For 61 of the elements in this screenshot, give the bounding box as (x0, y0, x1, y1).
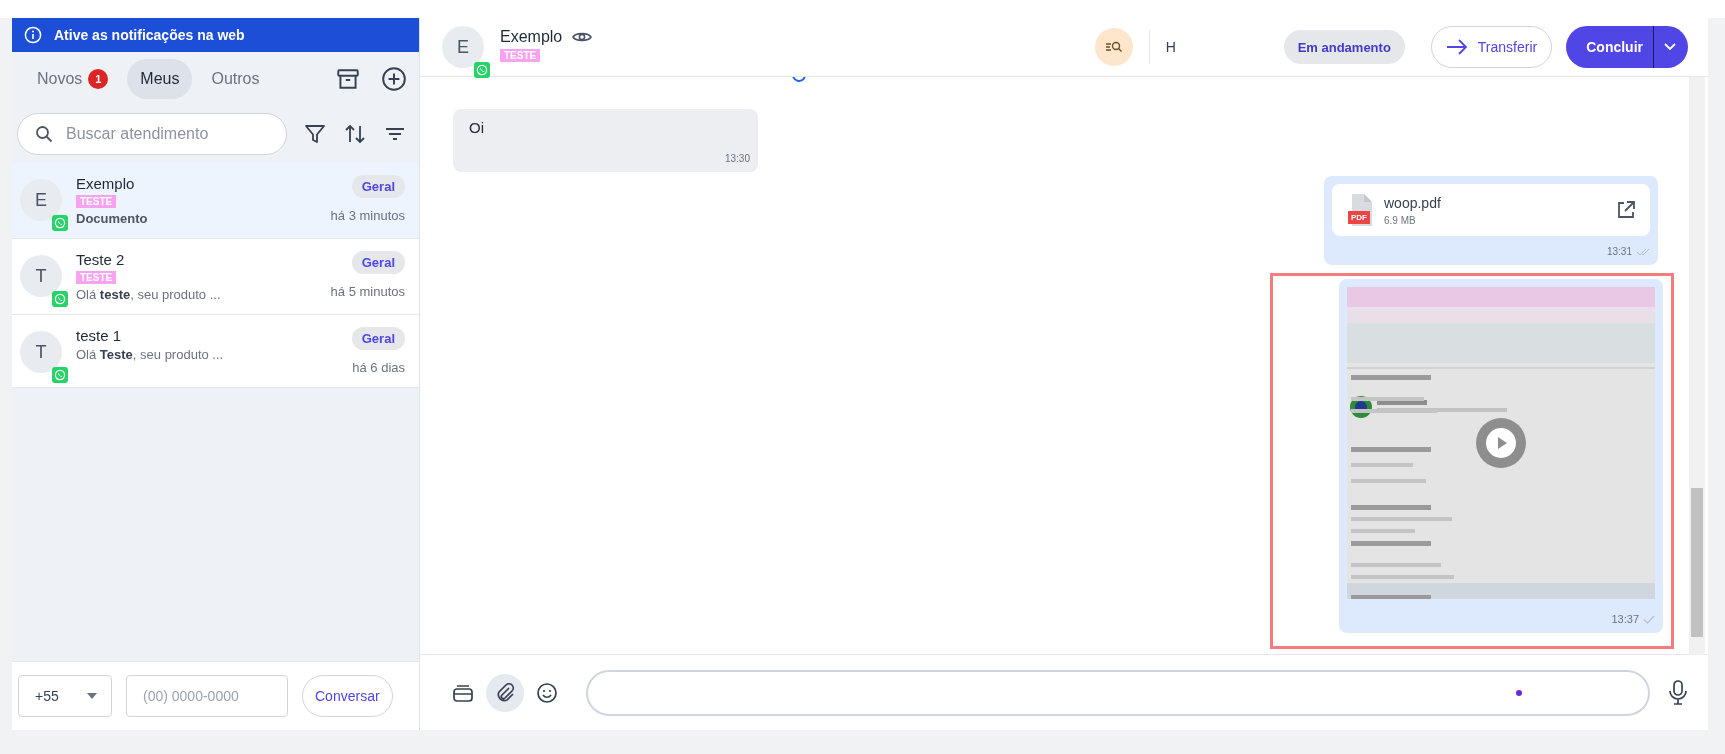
search-field[interactable]: Buscar atendimento (17, 113, 287, 155)
start-chat-button[interactable]: Conversar (302, 675, 393, 717)
play-icon (1484, 426, 1518, 460)
time-ago: há 3 minutos (330, 208, 405, 223)
transfer-button[interactable]: Transferir (1430, 26, 1553, 68)
tab[interactable]: Outros (198, 58, 273, 99)
message-preview: Olá teste, seu produto ... (76, 287, 222, 302)
message-text: Oi (469, 119, 485, 136)
message-time: 13:31 (1606, 246, 1632, 257)
contact-name: Exemplo (500, 28, 563, 46)
time-ago: há 6 dias (352, 360, 405, 375)
contact-name: Teste 2 (76, 251, 126, 268)
status-badge: Em andamento (1283, 30, 1405, 64)
country-code-select[interactable]: +55 (18, 675, 112, 717)
message-input[interactable] (586, 669, 1650, 716)
tab[interactable]: Meus (127, 58, 193, 99)
microphone-icon[interactable] (1668, 679, 1688, 706)
scrollbar[interactable] (1689, 76, 1705, 655)
message-time: 13:30 (724, 153, 750, 164)
queue-badge: Geral (351, 175, 405, 198)
tray-icon (452, 682, 474, 703)
conversation-item[interactable]: E Exemplo TESTE Documento Geral há 3 minutos (12, 163, 419, 239)
message-preview: Olá Teste, seu produto ... (76, 347, 225, 362)
queue-badge: Geral (351, 251, 405, 274)
arrow-right-icon (1445, 39, 1468, 55)
count-badge: 1 (88, 68, 109, 89)
contact-tag: TESTE (76, 271, 117, 284)
whatsapp-icon (52, 291, 68, 307)
eye-icon[interactable] (572, 30, 593, 44)
file-size: 6.9 MB (1384, 214, 1417, 226)
caret-icon (87, 693, 97, 699)
banner-text: Ative as notificações na web (54, 27, 245, 43)
contact-name: teste 1 (76, 327, 123, 344)
search-messages-button[interactable] (1094, 28, 1133, 66)
sort-icon[interactable] (343, 122, 367, 146)
header-field-text: H (1165, 38, 1177, 57)
tab[interactable]: Novos 1 (24, 58, 122, 99)
time-ago: há 5 minutos (330, 284, 405, 299)
external-link-icon[interactable] (1616, 200, 1636, 220)
paperclip-icon (495, 681, 515, 704)
info-icon (24, 26, 42, 44)
whatsapp-icon (52, 367, 68, 383)
contact-tag: TESTE (500, 49, 541, 62)
notification-banner[interactable]: Ative as notificações na web (12, 18, 419, 52)
contact-name: Exemplo (76, 175, 136, 192)
whatsapp-icon (52, 215, 68, 231)
phone-field[interactable]: (00) 0000-0000 (126, 675, 288, 717)
filter-icon[interactable] (303, 122, 327, 146)
file-attachment[interactable]: PDF woop.pdf 6.9 MB (1332, 184, 1650, 236)
smiley-icon (536, 681, 558, 704)
chevron-down-icon (1664, 43, 1676, 51)
message-time: 13:37 (1611, 613, 1639, 625)
search-list-icon (1104, 40, 1123, 54)
attach-button[interactable] (486, 673, 524, 712)
add-icon[interactable] (381, 65, 407, 92)
queue-badge: Geral (351, 327, 405, 350)
contact-tag: TESTE (76, 195, 117, 208)
country-code: +55 (35, 688, 59, 704)
message-preview: Documento (76, 211, 149, 226)
conclude-button[interactable]: Concluir (1566, 26, 1688, 68)
file-name: woop.pdf (1384, 194, 1442, 211)
